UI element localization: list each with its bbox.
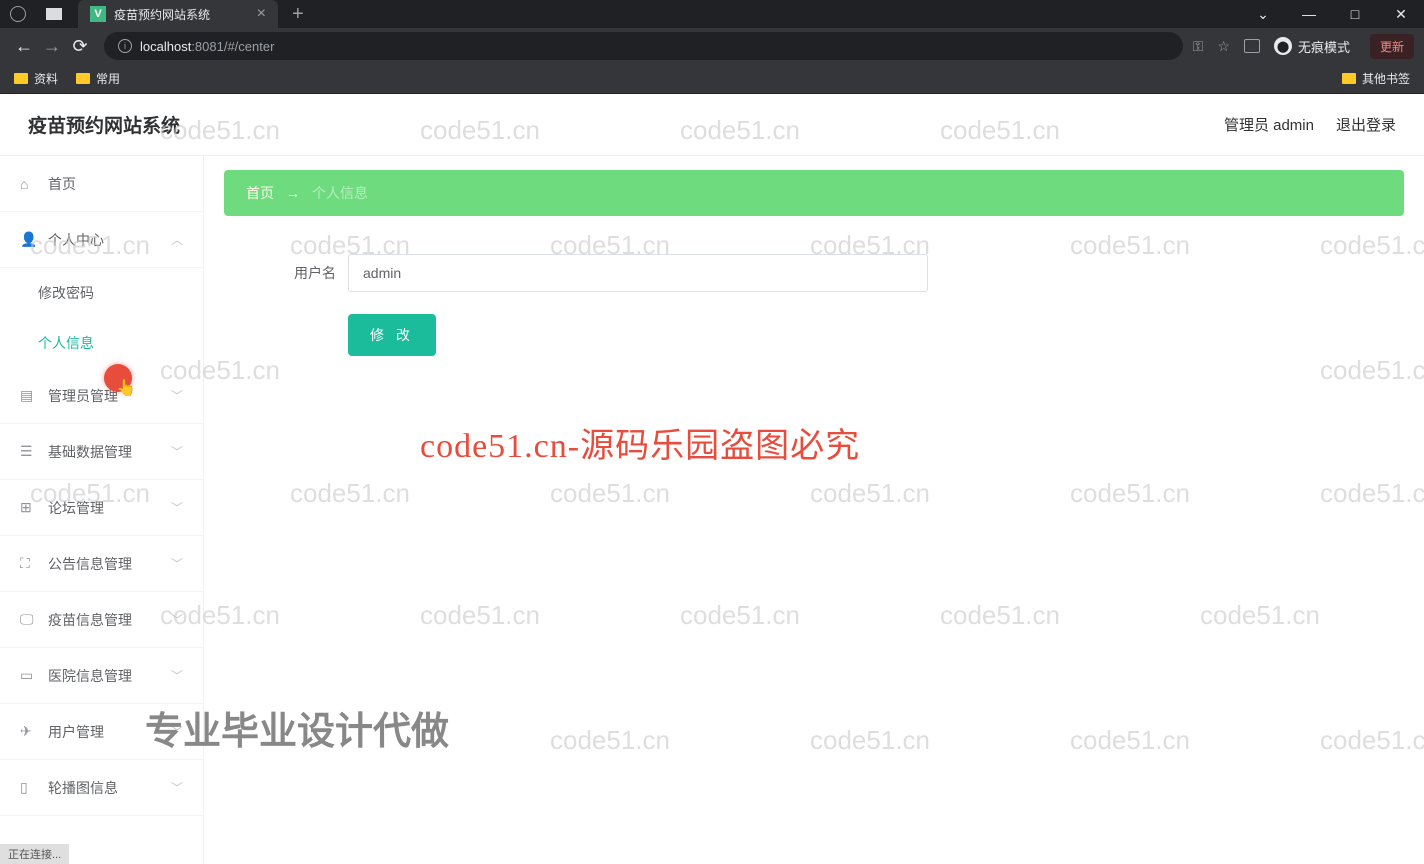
sidebar-item-forum[interactable]: ⊞ 论坛管理 ﹀ bbox=[0, 480, 203, 536]
user-icon: 👤 bbox=[20, 231, 36, 248]
sidebar: ⌂ 首页 👤 个人中心 ︿ 修改密码 个人信息 ▤ 管理员管理 ﹀ ☰ 基础数据… bbox=[0, 156, 204, 864]
chevron-down-icon: ﹀ bbox=[171, 723, 183, 740]
sidebar-item-notice[interactable]: ⛶ 公告信息管理 ﹀ bbox=[0, 536, 203, 592]
grid-icon: ⊞ bbox=[20, 499, 36, 516]
maximize-button[interactable]: □ bbox=[1332, 0, 1378, 28]
chat-icon: ▭ bbox=[20, 667, 36, 684]
extensions-icon[interactable] bbox=[1244, 39, 1260, 53]
close-tab-icon[interactable]: × bbox=[257, 5, 266, 23]
username-label: 用户名 bbox=[274, 263, 336, 283]
cursor-hand-icon: 👆 bbox=[116, 378, 136, 398]
menu-label: 轮播图信息 bbox=[48, 778, 118, 798]
other-bookmarks-label: 其他书签 bbox=[1362, 70, 1410, 87]
new-tab-button[interactable]: + bbox=[292, 3, 304, 26]
chevron-down-icon: ﹀ bbox=[171, 443, 183, 460]
chevron-down-icon: ﹀ bbox=[171, 667, 183, 684]
window-icon bbox=[46, 8, 62, 20]
folder-icon bbox=[14, 73, 28, 84]
reload-button[interactable]: ⟳ bbox=[66, 36, 94, 57]
app-title: 疫苗预约网站系统 bbox=[28, 111, 180, 138]
sidebar-item-carousel[interactable]: ▯ 轮播图信息 ﹀ bbox=[0, 760, 203, 816]
form: 用户名 修 改 bbox=[224, 254, 1404, 356]
folder-icon bbox=[76, 73, 90, 84]
breadcrumb-home[interactable]: 首页 bbox=[246, 183, 274, 203]
monitor-icon: 🖵 bbox=[20, 611, 36, 628]
home-icon: ⌂ bbox=[20, 176, 36, 192]
menu-label: 疫苗信息管理 bbox=[48, 610, 132, 630]
bookmark-folder-2[interactable]: 常用 bbox=[76, 70, 120, 87]
user-label[interactable]: 管理员 admin bbox=[1224, 114, 1314, 135]
menu-label: 公告信息管理 bbox=[48, 554, 132, 574]
browser-icon bbox=[10, 6, 26, 22]
other-bookmarks[interactable]: 其他书签 bbox=[1342, 70, 1410, 87]
chevron-down-icon: ﹀ bbox=[171, 499, 183, 516]
logout-link[interactable]: 退出登录 bbox=[1336, 114, 1396, 135]
breadcrumb-current: 个人信息 bbox=[312, 183, 368, 203]
folder-icon bbox=[1342, 73, 1356, 84]
url-host: localhost bbox=[140, 39, 191, 54]
chevron-down-icon: ﹀ bbox=[171, 779, 183, 796]
bookmark-folder-1[interactable]: 资料 bbox=[14, 70, 58, 87]
browser-tab-strip: V 疫苗预约网站系统 × + ⌄ — □ ✕ bbox=[0, 0, 1424, 28]
bookmark-star-icon[interactable]: ☆ bbox=[1217, 38, 1230, 55]
sidebar-item-admin-mgmt[interactable]: ▤ 管理员管理 ﹀ bbox=[0, 368, 203, 424]
sidebar-item-base-data[interactable]: ☰ 基础数据管理 ﹀ bbox=[0, 424, 203, 480]
bookmark-label: 资料 bbox=[34, 70, 58, 87]
chevron-down-icon: ﹀ bbox=[171, 611, 183, 628]
sidebar-sub-change-password[interactable]: 修改密码 bbox=[0, 268, 203, 318]
sidebar-sub-personal-info[interactable]: 个人信息 bbox=[0, 318, 203, 368]
incognito-indicator: ⬤ 无痕模式 bbox=[1274, 37, 1350, 56]
sidebar-item-personal-center[interactable]: 👤 个人中心 ︿ bbox=[0, 212, 203, 268]
list-icon: ☰ bbox=[20, 443, 36, 460]
image-icon: ▯ bbox=[20, 779, 36, 796]
breadcrumb: 首页 → 个人信息 bbox=[224, 170, 1404, 216]
chevron-down-icon: ﹀ bbox=[171, 555, 183, 572]
main-content: 首页 → 个人信息 用户名 修 改 bbox=[204, 156, 1424, 864]
status-bar: 正在连接... bbox=[0, 844, 69, 864]
address-bar: ← → ⟳ i localhost:8081/#/center ⚿ ☆ ⬤ 无痕… bbox=[0, 28, 1424, 64]
menu-label: 论坛管理 bbox=[48, 498, 104, 518]
close-window-button[interactable]: ✕ bbox=[1378, 0, 1424, 28]
send-icon: ✈ bbox=[20, 723, 36, 740]
chevron-up-icon: ︿ bbox=[171, 231, 183, 248]
vue-favicon-icon: V bbox=[90, 6, 106, 22]
sidebar-item-user[interactable]: ✈ 用户管理 ﹀ bbox=[0, 704, 203, 760]
menu-label: 用户管理 bbox=[48, 722, 104, 742]
menu-label: 基础数据管理 bbox=[48, 442, 132, 462]
submit-button[interactable]: 修 改 bbox=[348, 314, 436, 356]
sidebar-item-home[interactable]: ⌂ 首页 bbox=[0, 156, 203, 212]
key-icon[interactable]: ⚿ bbox=[1193, 38, 1204, 55]
chevron-down-icon[interactable]: ⌄ bbox=[1240, 0, 1286, 28]
browser-tab[interactable]: V 疫苗预约网站系统 × bbox=[78, 0, 278, 28]
back-button[interactable]: ← bbox=[10, 36, 38, 57]
menu-label: 个人中心 bbox=[48, 230, 104, 250]
update-button[interactable]: 更新 bbox=[1370, 34, 1414, 59]
breadcrumb-arrow-icon: → bbox=[286, 185, 300, 201]
username-input[interactable] bbox=[348, 254, 928, 292]
url-input[interactable]: i localhost:8081/#/center bbox=[104, 32, 1183, 60]
incognito-icon: ⬤ bbox=[1274, 37, 1292, 55]
menu-label: 管理员管理 bbox=[48, 386, 118, 406]
sidebar-item-vaccine[interactable]: 🖵 疫苗信息管理 ﹀ bbox=[0, 592, 203, 648]
tab-title: 疫苗预约网站系统 bbox=[114, 6, 210, 23]
menu-label: 医院信息管理 bbox=[48, 666, 132, 686]
chevron-down-icon: ﹀ bbox=[171, 387, 183, 404]
site-info-icon[interactable]: i bbox=[118, 39, 132, 53]
app-header: 疫苗预约网站系统 管理员 admin 退出登录 bbox=[0, 94, 1424, 156]
minimize-button[interactable]: — bbox=[1286, 0, 1332, 28]
menu-label: 首页 bbox=[48, 174, 76, 194]
clipboard-icon: ▤ bbox=[20, 387, 36, 404]
bookmarks-bar: 资料 常用 其他书签 bbox=[0, 64, 1424, 94]
forward-button[interactable]: → bbox=[38, 36, 66, 57]
expand-icon: ⛶ bbox=[20, 555, 36, 572]
bookmark-label: 常用 bbox=[96, 70, 120, 87]
incognito-label: 无痕模式 bbox=[1298, 37, 1350, 56]
sidebar-item-hospital[interactable]: ▭ 医院信息管理 ﹀ bbox=[0, 648, 203, 704]
url-path: :8081/#/center bbox=[191, 39, 274, 54]
